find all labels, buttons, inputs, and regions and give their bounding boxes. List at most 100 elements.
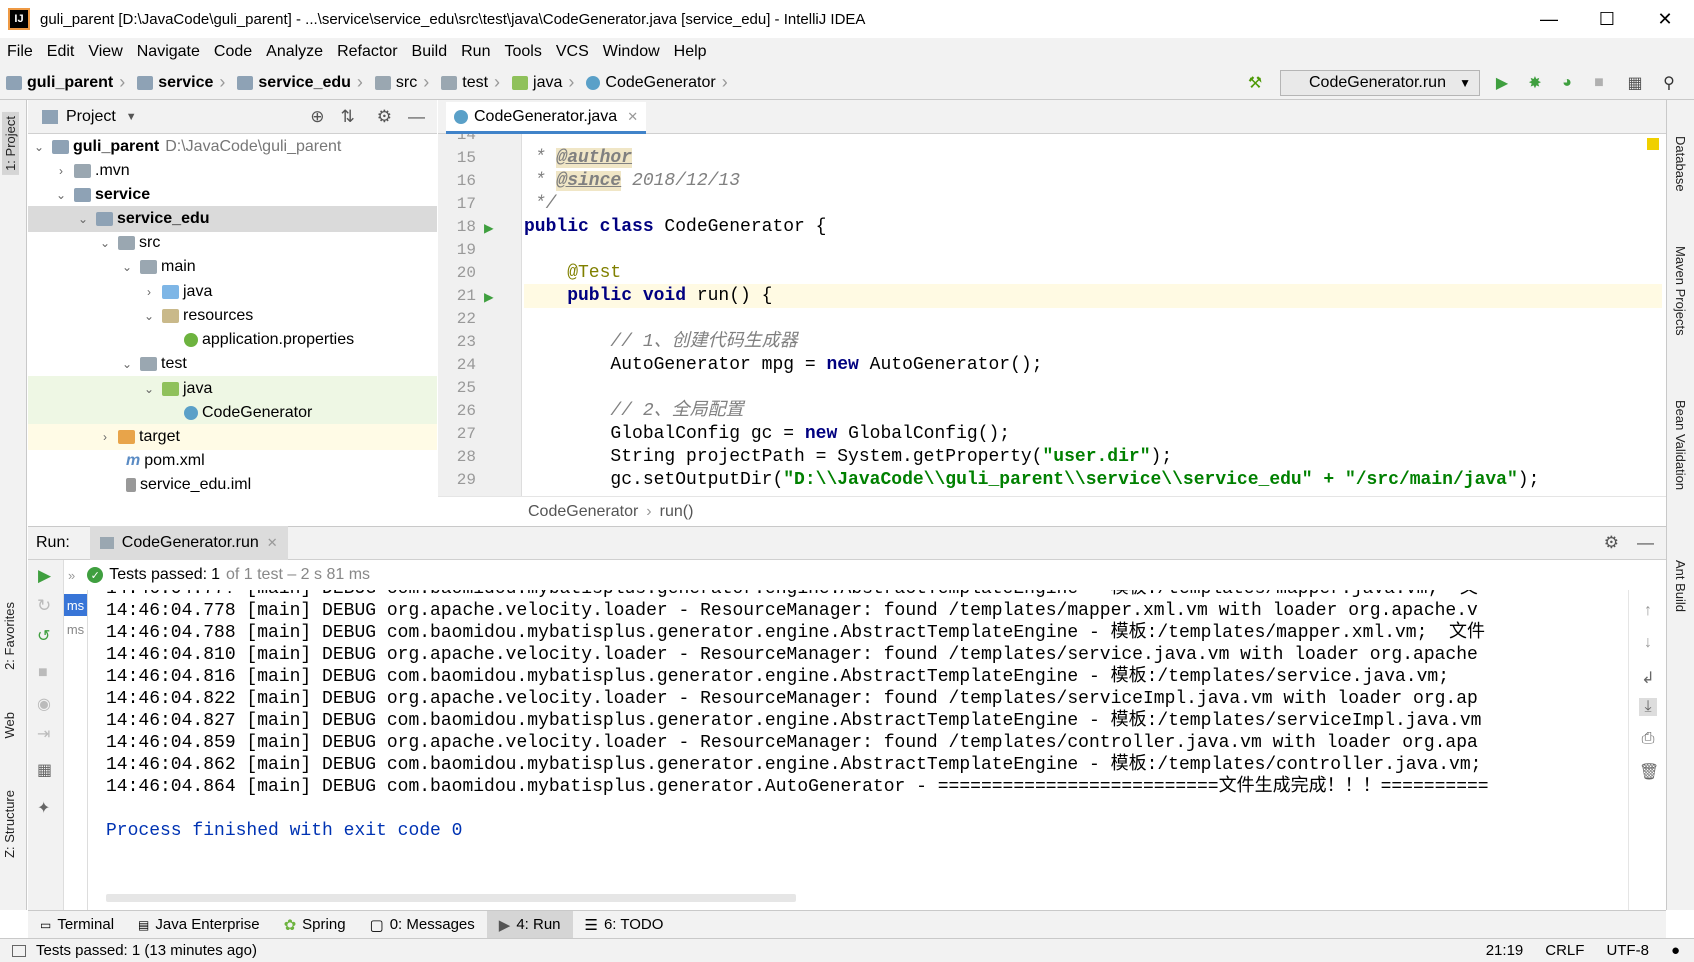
- tree-node-pom-xml[interactable]: m pom.xml: [28, 448, 437, 474]
- java-enterprise-tool-button[interactable]: ▤ Java Enterprise: [126, 911, 272, 939]
- editor-breadcrumb-method[interactable]: run(): [660, 503, 694, 521]
- test-duration-label[interactable]: ms: [64, 594, 87, 616]
- breadcrumb-guli-parent[interactable]: guli_parent ›: [0, 66, 131, 100]
- hide-panel-icon[interactable]: —: [1637, 533, 1654, 553]
- soft-wrap-icon[interactable]: ↲: [1639, 668, 1657, 687]
- rerun-failed-icon[interactable]: ↻: [37, 596, 51, 616]
- breadcrumb-src[interactable]: src ›: [369, 66, 435, 100]
- tree-node-test-java[interactable]: ⌄ java: [28, 376, 437, 402]
- build-hammer-icon[interactable]: ⚒: [1244, 72, 1266, 94]
- ant-build-tool-tab[interactable]: Ant Build: [1673, 560, 1688, 612]
- code-editor[interactable]: * @author * @since 2018/12/13 */ public …: [522, 134, 1662, 496]
- terminal-tool-button[interactable]: ▭ Terminal: [28, 911, 126, 939]
- run-tab-codegenerator[interactable]: CodeGenerator.run ✕: [89, 526, 288, 560]
- chevron-down-icon[interactable]: ▼: [126, 111, 137, 123]
- menu-file[interactable]: File: [0, 43, 40, 61]
- menu-edit[interactable]: Edit: [40, 43, 82, 61]
- collapse-all-icon[interactable]: ⇅: [341, 107, 355, 127]
- debug-icon[interactable]: ✸: [1524, 72, 1546, 94]
- rerun-icon[interactable]: ▶: [38, 566, 51, 586]
- menu-help[interactable]: Help: [667, 43, 714, 61]
- menu-window[interactable]: Window: [596, 43, 667, 61]
- tree-node-mvn[interactable]: › .mvn: [28, 158, 437, 184]
- pin-icon[interactable]: ✦: [37, 798, 50, 818]
- menu-code[interactable]: Code: [207, 43, 259, 61]
- gear-icon[interactable]: ⚙: [1604, 533, 1619, 553]
- project-panel-title[interactable]: Project: [66, 108, 116, 126]
- menu-build[interactable]: Build: [405, 43, 455, 61]
- editor-breadcrumb-class[interactable]: CodeGenerator: [528, 503, 638, 521]
- breadcrumb-java[interactable]: java ›: [506, 66, 580, 100]
- tree-node-resources[interactable]: ⌄ resources: [28, 303, 437, 329]
- project-tool-tab[interactable]: 1: Project: [2, 112, 19, 175]
- tree-node-service[interactable]: ⌄ service: [28, 182, 437, 208]
- print-icon[interactable]: ⎙: [1639, 730, 1657, 748]
- tree-node-test[interactable]: ⌄ test: [28, 351, 437, 377]
- menu-tools[interactable]: Tools: [497, 43, 548, 61]
- test-duration-label[interactable]: ms: [64, 618, 87, 640]
- breadcrumb-service-edu[interactable]: service_edu ›: [231, 66, 369, 100]
- minimize-icon[interactable]: —: [1520, 0, 1578, 38]
- scroll-to-end-icon[interactable]: ⤓: [1639, 698, 1657, 716]
- menu-run[interactable]: Run: [454, 43, 497, 61]
- export-icon[interactable]: ⇥: [37, 724, 50, 744]
- run-with-coverage-icon[interactable]: ◕: [1556, 72, 1578, 94]
- chevron-right-icon[interactable]: ›: [98, 430, 112, 444]
- messages-tool-button[interactable]: ▢ 0: Messages: [358, 911, 487, 939]
- expand-icon[interactable]: »: [68, 568, 75, 583]
- chevron-down-icon[interactable]: ⌄: [142, 382, 156, 396]
- run-test-gutter-icon[interactable]: ▶: [484, 218, 494, 238]
- structure-tool-tab[interactable]: Z: Structure: [2, 790, 17, 858]
- breadcrumb-service[interactable]: service ›: [131, 66, 231, 100]
- horizontal-scrollbar[interactable]: [106, 894, 796, 902]
- menu-analyze[interactable]: Analyze: [259, 43, 330, 61]
- spring-tool-button[interactable]: ✿ Spring: [272, 911, 358, 939]
- tool-window-toggle-icon[interactable]: [12, 944, 26, 957]
- chevron-down-icon[interactable]: ⌄: [142, 309, 156, 323]
- gear-icon[interactable]: ⚙: [377, 107, 392, 127]
- tree-node-main-java[interactable]: › java: [28, 279, 437, 305]
- line-separator[interactable]: CRLF: [1545, 942, 1584, 959]
- close-icon[interactable]: ✕: [267, 535, 278, 551]
- chevron-down-icon[interactable]: ⌄: [54, 188, 68, 202]
- tree-node-application-properties[interactable]: application.properties: [28, 327, 437, 353]
- tree-node-src[interactable]: ⌄ src: [28, 230, 437, 256]
- favorites-tool-tab[interactable]: 2: Favorites: [2, 602, 17, 670]
- editor-tab-codegenerator[interactable]: CodeGenerator.java ✕: [446, 102, 646, 134]
- stop-icon[interactable]: ■: [1588, 72, 1610, 94]
- maven-tool-tab[interactable]: Maven Projects: [1673, 246, 1688, 336]
- camera-icon[interactable]: ◉: [37, 694, 51, 714]
- analysis-warning-indicator[interactable]: [1647, 138, 1659, 150]
- close-icon[interactable]: ✕: [1636, 0, 1694, 38]
- tree-node-service-edu[interactable]: ⌄ service_edu: [28, 206, 437, 232]
- up-arrow-icon[interactable]: ↑: [1639, 602, 1657, 620]
- search-icon[interactable]: ⚲: [1658, 72, 1680, 94]
- scroll-from-source-icon[interactable]: ⊕: [310, 107, 324, 127]
- tree-node-target[interactable]: › target: [28, 424, 437, 450]
- hide-panel-icon[interactable]: —: [408, 107, 425, 127]
- down-arrow-icon[interactable]: ↓: [1639, 634, 1657, 652]
- file-encoding[interactable]: UTF-8: [1606, 942, 1649, 959]
- database-tool-tab[interactable]: Database: [1673, 136, 1688, 192]
- chevron-down-icon[interactable]: ⌄: [120, 357, 134, 371]
- run-test-gutter-icon[interactable]: ▶: [484, 287, 494, 307]
- menu-refactor[interactable]: Refactor: [330, 43, 404, 61]
- tree-node-codegenerator[interactable]: CodeGenerator: [28, 400, 437, 426]
- run-tool-button[interactable]: ▶ 4: Run: [486, 910, 573, 939]
- stop-icon[interactable]: ■: [38, 664, 48, 682]
- chevron-down-icon[interactable]: ⌄: [76, 212, 90, 226]
- console-output[interactable]: 14:46:04.77? [main] DEBUG com.baomidou.m…: [88, 590, 1628, 910]
- bean-validation-tool-tab[interactable]: Bean Validation: [1673, 400, 1688, 490]
- tree-node-service-edu-iml[interactable]: service_edu.iml: [28, 472, 437, 498]
- web-tool-tab[interactable]: Web: [2, 712, 17, 739]
- status-message[interactable]: Tests passed: 1 (13 minutes ago): [36, 942, 257, 959]
- chevron-down-icon[interactable]: ⌄: [98, 236, 112, 250]
- trash-icon[interactable]: 🗑: [1639, 762, 1659, 781]
- breadcrumb-test[interactable]: test ›: [435, 66, 506, 100]
- chevron-right-icon[interactable]: ›: [142, 285, 156, 299]
- caret-position[interactable]: 21:19: [1486, 942, 1524, 959]
- tree-node-main[interactable]: ⌄ main: [28, 254, 437, 280]
- run-icon[interactable]: ▶: [1491, 72, 1513, 94]
- project-structure-icon[interactable]: ▦: [1624, 72, 1646, 94]
- breadcrumb-codegenerator[interactable]: CodeGenerator ›: [580, 66, 733, 100]
